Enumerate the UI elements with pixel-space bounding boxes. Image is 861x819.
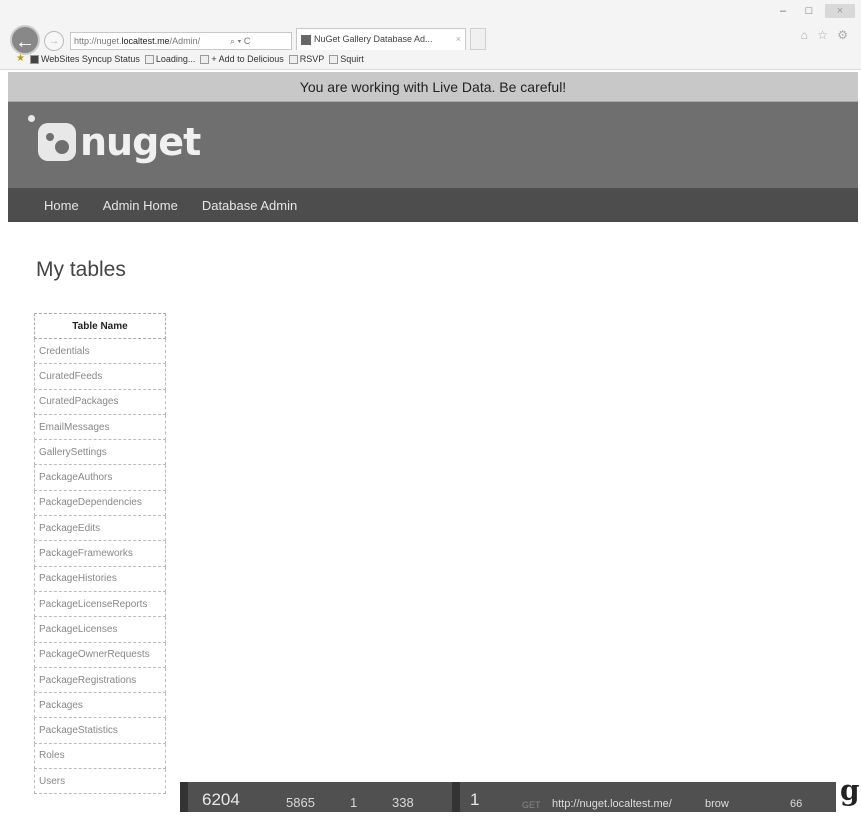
- table-link[interactable]: PackageDependencies: [34, 489, 166, 517]
- table-row: PackageHistories: [34, 565, 166, 592]
- favorite-item[interactable]: Squirt: [329, 52, 364, 66]
- table-row: CuratedFeeds: [34, 363, 166, 390]
- glimpse-badge-icon[interactable]: g: [836, 776, 861, 812]
- status-number: 66: [790, 798, 803, 810]
- browser-label: brow: [705, 798, 729, 810]
- table-row: Credentials: [34, 337, 166, 365]
- table-row: PackageRegistrations: [34, 666, 166, 694]
- window-controls: – □ ×: [773, 4, 855, 18]
- table-link[interactable]: Users: [34, 768, 166, 795]
- table-row: Users: [34, 768, 166, 795]
- table-row: PackageLicenses: [34, 616, 166, 643]
- tab-favicon-icon: [301, 34, 311, 45]
- home-favorites-settings-icons[interactable]: ⌂ ☆ ⚙: [801, 28, 851, 42]
- live-data-warning: You are working with Live Data. Be caref…: [8, 72, 858, 102]
- server-count-value: 1: [350, 795, 358, 810]
- table-link[interactable]: PackageEdits: [34, 515, 166, 542]
- page-icon: [288, 55, 298, 65]
- table-row: PackageOwnerRequests: [34, 641, 166, 668]
- close-button[interactable]: ×: [825, 4, 855, 18]
- host-time-value: 5865: [286, 795, 315, 810]
- nav-database-admin[interactable]: Database Admin: [202, 198, 297, 213]
- forward-button[interactable]: →: [44, 31, 64, 51]
- table-header: Table Name: [34, 313, 166, 339]
- address-url-suffix: /Admin/: [169, 36, 201, 46]
- table-link[interactable]: PackageLicenses: [34, 616, 166, 643]
- table-row: PackageLicenseReports: [34, 590, 166, 618]
- page-title: My tables: [36, 258, 126, 281]
- table-link[interactable]: PackageStatistics: [34, 717, 166, 744]
- nav-home[interactable]: Home: [44, 198, 79, 213]
- table-row: CuratedPackages: [34, 388, 166, 415]
- table-link[interactable]: Credentials: [34, 337, 166, 365]
- maximize-button[interactable]: □: [799, 4, 819, 18]
- back-button[interactable]: ←: [10, 25, 40, 55]
- table-row: EmailMessages: [34, 413, 166, 441]
- table-link[interactable]: PackageRegistrations: [34, 666, 166, 694]
- address-bar[interactable]: http://nuget.localtest.me/Admin/: [70, 32, 292, 50]
- request-count-value: 1: [470, 790, 480, 809]
- table-link[interactable]: GallerySettings: [34, 439, 166, 466]
- nav-admin-home[interactable]: Admin Home: [103, 198, 178, 213]
- new-tab-button[interactable]: [470, 28, 486, 50]
- favorite-item[interactable]: WebSites Syncup Status: [29, 52, 140, 66]
- table-link[interactable]: PackageOwnerRequests: [34, 641, 166, 668]
- table-row: Packages: [34, 692, 166, 719]
- table-link[interactable]: CuratedPackages: [34, 388, 166, 415]
- table-link[interactable]: EmailMessages: [34, 413, 166, 441]
- http-method: GET: [522, 800, 541, 810]
- page-icon: [329, 55, 339, 65]
- nuget-logo-icon: [28, 115, 76, 161]
- table-link[interactable]: PackageLicenseReports: [34, 590, 166, 618]
- nuget-logo[interactable]: nuget: [28, 115, 201, 164]
- browser-tab[interactable]: NuGet Gallery Database Ad... ×: [296, 28, 466, 50]
- address-url-host: localtest.me: [121, 36, 170, 46]
- table-row: PackageAuthors: [34, 464, 166, 491]
- favorite-item[interactable]: + Add to Delicious: [200, 52, 284, 66]
- table-link[interactable]: CuratedFeeds: [34, 363, 166, 390]
- favorites-bar: ★ WebSites Syncup Status Loading... + Ad…: [16, 52, 364, 66]
- total-time-value: 6204: [202, 790, 240, 809]
- logo-text: nuget: [80, 120, 201, 164]
- page-icon: [144, 55, 154, 65]
- minimize-button[interactable]: –: [773, 4, 793, 18]
- table-row: PackageDependencies: [34, 489, 166, 517]
- tables-list: Table Name Credentials CuratedFeeds Cura…: [34, 313, 166, 795]
- favorites-star-icon[interactable]: ★: [16, 52, 25, 66]
- browser-chrome: – □ × ← → http://nuget.localtest.me/Admi…: [0, 0, 861, 70]
- page-icon: [200, 55, 210, 65]
- table-link[interactable]: PackageAuthors: [34, 464, 166, 491]
- page-icon: [29, 55, 39, 65]
- client-time-value: 338: [392, 795, 414, 810]
- favorite-item[interactable]: Loading...: [144, 52, 195, 66]
- table-link[interactable]: Packages: [34, 692, 166, 719]
- tab-close-icon[interactable]: ×: [456, 29, 461, 49]
- site-header: nuget: [8, 102, 858, 188]
- favorite-item[interactable]: RSVP: [288, 52, 324, 66]
- table-link[interactable]: PackageFrameworks: [34, 540, 166, 567]
- table-row: PackageEdits: [34, 515, 166, 542]
- table-link[interactable]: Roles: [34, 742, 166, 770]
- address-url-prefix: http://nuget.: [74, 36, 122, 46]
- status-bar-separator: [452, 782, 460, 812]
- table-row: PackageFrameworks: [34, 540, 166, 567]
- request-url[interactable]: http://nuget.localtest.me/: [552, 798, 672, 810]
- table-link[interactable]: PackageHistories: [34, 565, 166, 592]
- status-bar-handle[interactable]: [180, 782, 188, 812]
- tab-title: NuGet Gallery Database Ad...: [314, 34, 433, 44]
- table-row: PackageStatistics: [34, 717, 166, 744]
- address-search-refresh-icon[interactable]: ⌕ ▾ C: [230, 32, 250, 50]
- debug-status-bar[interactable]: 6204 5865 1 338 1 GET http://nuget.local…: [180, 782, 836, 812]
- table-row: Roles: [34, 742, 166, 770]
- table-row: GallerySettings: [34, 439, 166, 466]
- main-nav: Home Admin Home Database Admin: [8, 188, 858, 222]
